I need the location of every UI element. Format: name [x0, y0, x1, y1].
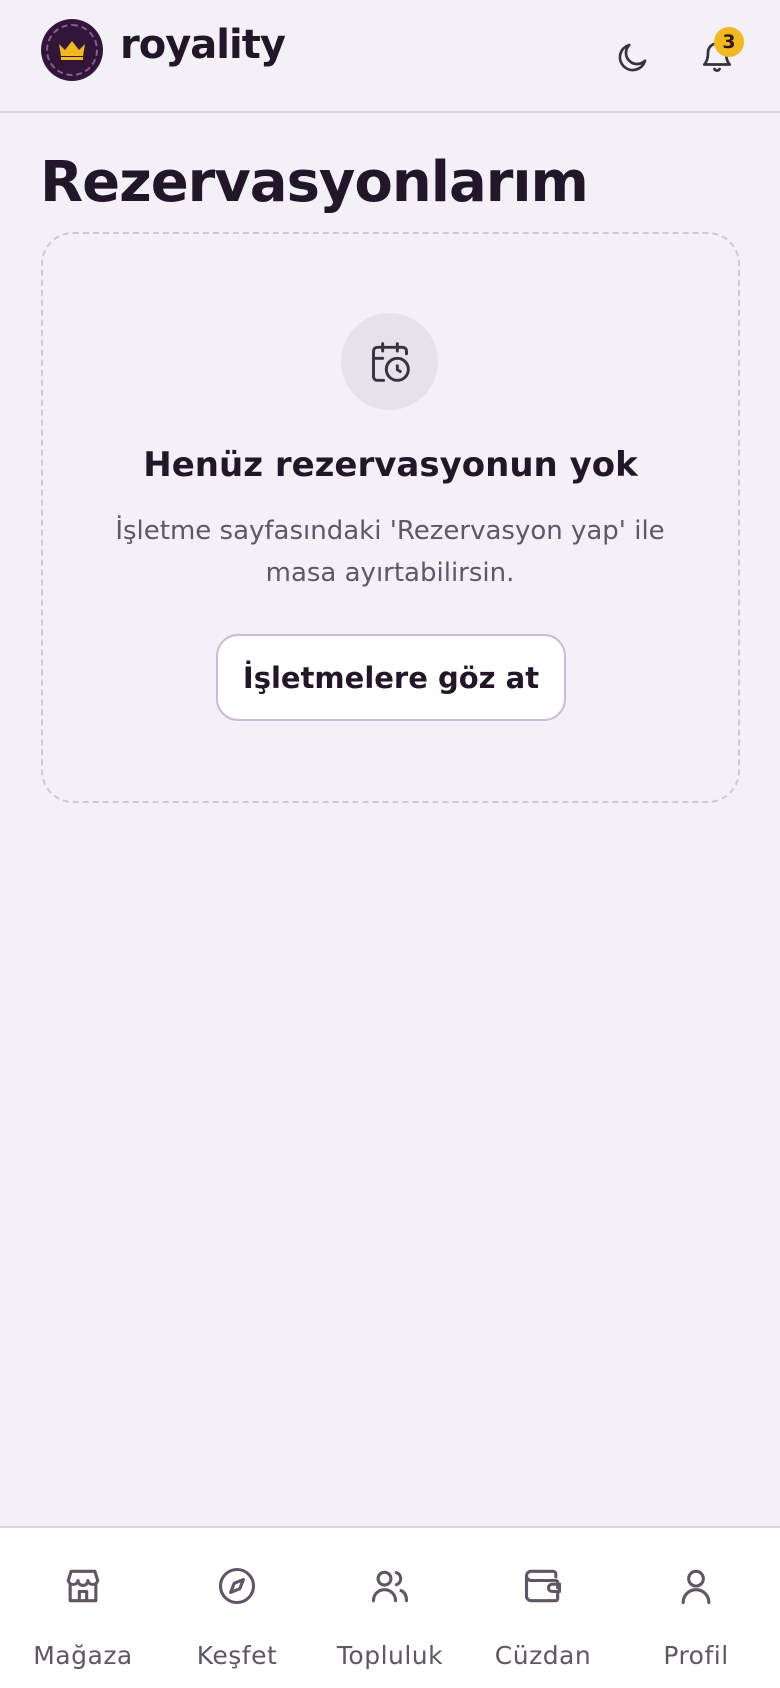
calendar-clock-icon: [371, 341, 410, 382]
wallet-icon: [524, 1569, 562, 1603]
nav-item-community[interactable]: Topluluk: [312, 1528, 468, 1688]
nav-item-wallet[interactable]: Cüzdan: [465, 1528, 621, 1688]
nav-label: Cüzdan: [494, 1641, 592, 1670]
nav-label: Keşfet: [196, 1641, 278, 1670]
empty-state-title: Henüz rezervasyonun yok: [143, 445, 638, 485]
nav-item-profile[interactable]: Profil: [618, 1528, 774, 1688]
browse-businesses-button[interactable]: İşletmelere göz at: [216, 634, 566, 721]
nav-label: Topluluk: [336, 1641, 444, 1670]
bottom-navigation: Mağaza Keşfet Topluluk Cüzdan Profil: [0, 1526, 780, 1688]
notification-count-badge: 3: [714, 27, 744, 57]
nav-label: Profil: [663, 1641, 729, 1670]
empty-state-icon-circle: [341, 313, 438, 410]
user-icon: [681, 1569, 711, 1605]
brand-name: royality: [120, 22, 286, 68]
nav-item-store[interactable]: Mağaza: [5, 1528, 161, 1688]
nav-item-discover[interactable]: Keşfet: [159, 1528, 315, 1688]
compass-icon: [218, 1567, 256, 1605]
app-header: royality 3: [0, 0, 780, 113]
moon-icon: [618, 43, 647, 72]
empty-state-description: İşletme sayfasındaki 'Rezervasyon yap' i…: [115, 516, 665, 588]
nav-label: Mağaza: [33, 1641, 133, 1670]
users-icon: [371, 1570, 409, 1603]
theme-toggle-button[interactable]: [609, 33, 657, 81]
logo[interactable]: [41, 19, 103, 81]
store-icon: [66, 1569, 100, 1603]
page-title: Rezervasyonlarım: [40, 150, 589, 215]
crown-icon: [59, 41, 85, 60]
